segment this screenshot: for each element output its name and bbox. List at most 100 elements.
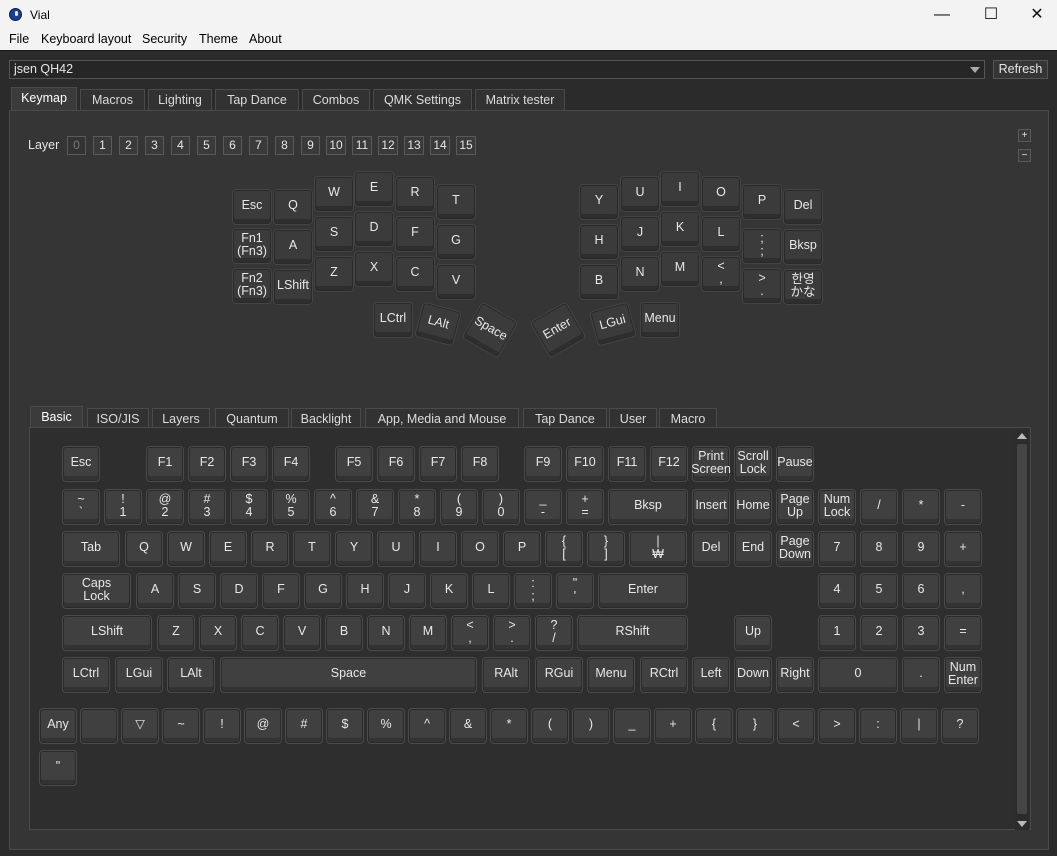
keymap-key-o[interactable]: O (702, 177, 740, 211)
keymap-key-v[interactable]: V (437, 265, 475, 299)
zoom-in-button[interactable]: + (1018, 129, 1031, 142)
palette-key-8[interactable]: * 8 (399, 490, 435, 524)
layer-button-3[interactable]: 3 (145, 136, 164, 155)
palette-key-rctrl[interactable]: RCtrl (641, 658, 687, 692)
palette-key-1[interactable]: ! 1 (105, 490, 141, 524)
keymap-key-y[interactable]: Y (580, 185, 618, 219)
palette-key-1[interactable]: 1 (819, 616, 855, 650)
palette-key-symbol[interactable]: + = (567, 490, 603, 524)
palette-key-symbol[interactable]: > . (494, 616, 530, 650)
layer-button-9[interactable]: 9 (301, 136, 320, 155)
palette-key-symbol[interactable]: # (286, 709, 322, 743)
palette-key-lshift[interactable]: LShift (63, 616, 151, 650)
palette-key-menu[interactable]: Menu (588, 658, 634, 692)
keymap-key-e[interactable]: E (355, 172, 393, 206)
palette-key-bksp[interactable]: Bksp (609, 490, 687, 524)
palette-key-symbol[interactable]: " ' (557, 574, 593, 608)
keymap-key-bksp[interactable]: Bksp (784, 230, 822, 264)
palette-key-r[interactable]: R (252, 532, 288, 566)
refresh-button[interactable]: Refresh (993, 60, 1048, 79)
layer-button-5[interactable]: 5 (197, 136, 216, 155)
keymap-key-fn1-fn3[interactable]: Fn1 (Fn3) (233, 229, 271, 263)
palette-key-left[interactable]: Left (693, 658, 729, 692)
palette-tab-basic[interactable]: Basic (30, 406, 83, 428)
keymap-key-del[interactable]: Del (784, 190, 822, 224)
keymap-key-c[interactable]: C (396, 257, 434, 291)
palette-key-symbol[interactable]: < (778, 709, 814, 743)
close-button[interactable]: ✕ (1014, 0, 1057, 30)
palette-key-blank[interactable] (81, 709, 117, 743)
palette-key-symbol[interactable]: : (860, 709, 896, 743)
palette-key-del[interactable]: Del (693, 532, 729, 566)
palette-key-symbol[interactable]: ^ (409, 709, 445, 743)
palette-key-rgui[interactable]: RGui (536, 658, 582, 692)
palette-key-print-screen[interactable]: Print Screen (691, 447, 731, 481)
palette-key-up[interactable]: Up (735, 616, 771, 650)
palette-key-b[interactable]: B (326, 616, 362, 650)
palette-key-lalt[interactable]: LAlt (168, 658, 214, 692)
layer-button-4[interactable]: 4 (171, 136, 190, 155)
palette-key-7[interactable]: 7 (819, 532, 855, 566)
keymap-key-d[interactable]: D (355, 212, 393, 246)
palette-key-down[interactable]: Down (735, 658, 771, 692)
palette-key-num-enter[interactable]: Num Enter (945, 658, 981, 692)
keymap-key-symbol[interactable]: < , (702, 257, 740, 291)
palette-key-symbol[interactable]: ? / (536, 616, 572, 650)
keymap-key-x[interactable]: X (355, 252, 393, 286)
palette-key-symbol[interactable]: > (819, 709, 855, 743)
palette-key-6[interactable]: ^ 6 (315, 490, 351, 524)
scroll-thumb[interactable] (1017, 444, 1027, 814)
palette-key-symbol[interactable]: * (903, 490, 939, 524)
palette-key-h[interactable]: H (347, 574, 383, 608)
palette-key-space[interactable]: Space (221, 658, 476, 692)
palette-key-x[interactable]: X (200, 616, 236, 650)
layer-button-14[interactable]: 14 (430, 136, 450, 155)
palette-key-l[interactable]: L (473, 574, 509, 608)
palette-key-symbol[interactable]: ~ ` (63, 490, 99, 524)
palette-key-pause[interactable]: Pause (777, 447, 813, 481)
palette-key-f7[interactable]: F7 (420, 447, 456, 481)
layer-button-2[interactable]: 2 (119, 136, 138, 155)
keymap-key-k[interactable]: K (661, 212, 699, 246)
palette-key-caps-lock[interactable]: Caps Lock (63, 574, 130, 608)
palette-key-symbol[interactable]: ▽ (122, 709, 158, 743)
keymap-key-fn2-fn3[interactable]: Fn2 (Fn3) (233, 269, 271, 303)
palette-key-symbol[interactable]: } (737, 709, 773, 743)
keymap-key-lctrl[interactable]: LCtrl (374, 303, 412, 337)
keymap-key-b[interactable]: B (580, 265, 618, 299)
palette-key-symbol[interactable]: . (903, 658, 939, 692)
layer-button-10[interactable]: 10 (326, 136, 346, 155)
palette-key-scroll-lock[interactable]: Scroll Lock (735, 447, 771, 481)
palette-key-symbol[interactable]: + (945, 532, 981, 566)
palette-key-j[interactable]: J (389, 574, 425, 608)
palette-key-i[interactable]: I (420, 532, 456, 566)
palette-key-f2[interactable]: F2 (189, 447, 225, 481)
palette-key-7[interactable]: & 7 (357, 490, 393, 524)
palette-key-c[interactable]: C (242, 616, 278, 650)
palette-key-0[interactable]: 0 (819, 658, 897, 692)
palette-key-f5[interactable]: F5 (336, 447, 372, 481)
palette-key-f3[interactable]: F3 (231, 447, 267, 481)
palette-key-page-up[interactable]: Page Up (777, 490, 813, 524)
palette-key-f10[interactable]: F10 (567, 447, 603, 481)
palette-key-4[interactable]: 4 (819, 574, 855, 608)
palette-key-n[interactable]: N (368, 616, 404, 650)
palette-key-symbol[interactable]: : ; (515, 574, 551, 608)
palette-key-symbol[interactable]: = (945, 616, 981, 650)
layer-button-8[interactable]: 8 (275, 136, 294, 155)
palette-key-any[interactable]: Any (40, 709, 76, 743)
layer-button-12[interactable]: 12 (378, 136, 398, 155)
palette-key-f12[interactable]: F12 (651, 447, 687, 481)
minimize-button[interactable]: — (919, 0, 965, 30)
palette-key-symbol[interactable]: { (696, 709, 732, 743)
tab-matrix-tester[interactable]: Matrix tester (475, 89, 565, 111)
menu-theme[interactable]: Theme (199, 32, 238, 46)
palette-key-f4[interactable]: F4 (273, 447, 309, 481)
palette-key-0[interactable]: ) 0 (483, 490, 519, 524)
palette-key-symbol[interactable]: ( (532, 709, 568, 743)
keymap-key-p[interactable]: P (743, 185, 781, 219)
palette-key-symbol[interactable]: - (945, 490, 981, 524)
keymap-key-한영-かな[interactable]: 한영 かな (784, 270, 822, 304)
keymap-key-f[interactable]: F (396, 217, 434, 251)
palette-key-tab[interactable]: Tab (63, 532, 119, 566)
